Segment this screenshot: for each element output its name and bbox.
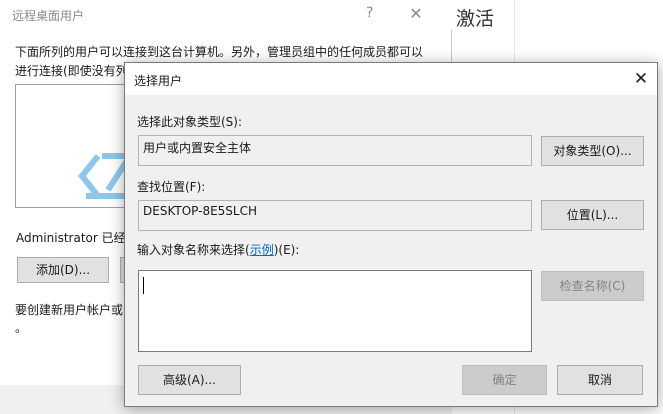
object-names-input[interactable] (138, 270, 532, 352)
location-field: DESKTOP-8E5SLCH (138, 200, 532, 231)
advanced-button[interactable]: 高级(A)... (138, 365, 241, 395)
bg-dot-text: 。 (15, 321, 28, 335)
bg-strip-text: 激活 (456, 8, 495, 30)
object-names-label-prefix: 输入对象名称来选择( (137, 243, 250, 257)
close-icon[interactable]: ✕ (629, 68, 653, 90)
bg-admin-text: Administrator 已经 (16, 231, 126, 245)
object-names-label: 输入对象名称来选择(示例)(E): (137, 241, 299, 258)
bg-description-line1: 下面所列的用户可以连接到这台计算机。另外，管理员组中的任何成员都可以 (15, 45, 424, 59)
object-type-label: 选择此对象类型(S): (137, 115, 243, 129)
select-users-dialog: 选择用户 ✕ 选择此对象类型(S): 用户或内置安全主体 对象类型(O)... … (124, 62, 658, 407)
object-type-field: 用户或内置安全主体 (138, 135, 532, 166)
dialog-title: 选择用户 (134, 74, 183, 88)
bg-titlebar: 远程桌面用户 ? ✕ (0, 0, 452, 30)
dialog-titlebar: 选择用户 ✕ (125, 63, 657, 95)
examples-link[interactable]: 示例 (250, 243, 274, 257)
bg-user-listbox[interactable] (15, 84, 125, 208)
bg-create-text: 要创建新用户帐户或 (15, 303, 124, 317)
ok-button[interactable]: 确定 (462, 365, 547, 395)
location-label: 查找位置(F): (137, 180, 206, 194)
check-names-button[interactable]: 检查名称(C) (541, 271, 644, 301)
bg-close-icon[interactable]: ✕ (404, 3, 428, 25)
help-icon[interactable]: ? (366, 5, 373, 21)
object-types-button[interactable]: 对象类型(O)... (541, 136, 644, 166)
object-names-label-suffix: )(E): (273, 243, 300, 257)
cancel-button[interactable]: 取消 (557, 365, 643, 395)
bg-window-title: 远程桌面用户 (12, 9, 85, 23)
bg-add-button[interactable]: 添加(D)... (17, 257, 109, 283)
locations-button[interactable]: 位置(L)... (541, 200, 644, 230)
text-caret (143, 277, 144, 294)
